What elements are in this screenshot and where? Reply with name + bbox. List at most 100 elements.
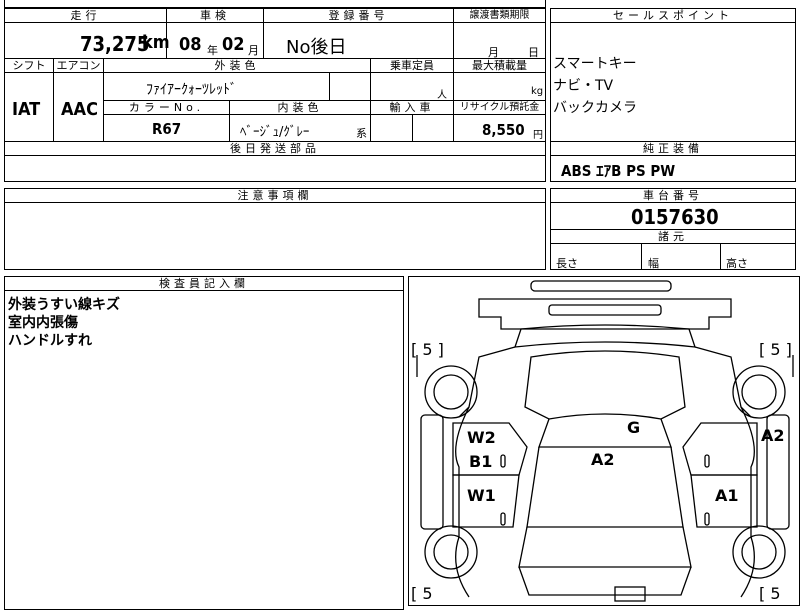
top-partial-row bbox=[4, 0, 546, 8]
capacity-header: 乗車定員 bbox=[370, 58, 454, 73]
registration-header: 登録番号 bbox=[263, 8, 454, 23]
max-load-header: 最大積載量 bbox=[453, 58, 546, 73]
damage-b1: B1 bbox=[469, 452, 492, 471]
right-fender-line bbox=[694, 346, 752, 418]
inspector-note-2: 室内内張傷 bbox=[8, 315, 78, 331]
damage-a2-right: A2 bbox=[761, 426, 785, 445]
aircon-value: AAC bbox=[61, 99, 98, 120]
import-cell-a bbox=[370, 114, 413, 142]
interior-color-header: 内装色 bbox=[229, 100, 371, 115]
transfer-docs-header: 譲渡書類期限 bbox=[453, 8, 546, 23]
inspector-note-3: ハンドルすれ bbox=[8, 333, 92, 349]
inspection-month: 02 bbox=[222, 34, 245, 55]
wheel-front-left bbox=[424, 365, 478, 419]
standard-equipment-header: 純正装備 bbox=[550, 141, 796, 156]
aircon-header: エアコン bbox=[53, 58, 104, 73]
import-header: 輸入車 bbox=[370, 100, 454, 115]
rating-left-top: [ 5 ] bbox=[411, 340, 444, 359]
inspection-header: 車検 bbox=[166, 8, 264, 23]
rating-right-top: [ 5 ] bbox=[759, 340, 792, 359]
sales-point-1: スマートキー bbox=[553, 56, 637, 72]
front-bumper-shape bbox=[530, 280, 672, 292]
chassis-no-value: 0157630 bbox=[631, 205, 719, 229]
sales-points-header: セールスポイント bbox=[550, 8, 796, 23]
notes-cell bbox=[4, 202, 546, 270]
wheel-rear-right bbox=[732, 525, 786, 579]
exterior-color-value: ﾌｧｲｱｰｸｫｰﾂﾚｯﾄﾞ bbox=[146, 82, 237, 98]
color-no-cell: R67 bbox=[103, 114, 230, 142]
inspection-month-unit: 月 bbox=[248, 44, 259, 57]
width-label: 幅 bbox=[648, 257, 659, 270]
length-cell: 長さ bbox=[550, 243, 642, 270]
handle-right-rear bbox=[704, 512, 710, 526]
car-diagram-panel: [ 5 ] [ 5 ] [ 5 [ 5 W2 B1 W1 A2 G A2 A1 bbox=[408, 276, 800, 606]
aircon-cell: AAC bbox=[53, 72, 104, 142]
damage-g: G bbox=[627, 418, 640, 437]
standard-equipment-cell: ABS ｴｱB PS PW bbox=[550, 155, 796, 182]
interior-color-suffix: 系 bbox=[356, 127, 367, 140]
handle-right-front bbox=[704, 454, 710, 468]
shift-header: シフト bbox=[4, 58, 54, 73]
standard-equipment-value: ABS ｴｱB PS PW bbox=[561, 162, 676, 180]
damage-a2-center: A2 bbox=[591, 450, 615, 469]
wheel-rear-left bbox=[424, 525, 478, 579]
sales-points-cell: スマートキー ナビ・TV バックカメラ bbox=[550, 22, 796, 142]
capacity-unit: 人 bbox=[437, 90, 447, 101]
windshield-shape bbox=[524, 350, 686, 420]
exterior-color-extra-cell bbox=[329, 72, 371, 101]
height-label: 高さ bbox=[726, 257, 748, 270]
sales-point-2: ナビ・TV bbox=[553, 78, 614, 94]
recycle-value: 8,550 bbox=[482, 121, 525, 139]
handle-left-front bbox=[500, 454, 506, 468]
rear-plate-shape bbox=[614, 586, 646, 602]
rating-left-bottom: [ 5 bbox=[411, 584, 433, 603]
max-load-unit: kg bbox=[531, 86, 544, 97]
chassis-no-cell: 0157630 bbox=[550, 202, 796, 230]
inspector-notes-header: 検査員記入欄 bbox=[4, 276, 404, 291]
car-diagram: [ 5 ] [ 5 ] [ 5 [ 5 W2 B1 W1 A2 G A2 A1 bbox=[411, 280, 794, 603]
right-front-door bbox=[682, 422, 758, 476]
mileage-value: 73,275 bbox=[80, 32, 150, 56]
exterior-color-cell: ﾌｧｲｱｰｸｫｰﾂﾚｯﾄﾞ bbox=[103, 72, 330, 101]
height-cell: 高さ bbox=[720, 243, 796, 270]
transfer-docs-cell: 月 日 bbox=[453, 22, 546, 59]
registration-value: No後日 bbox=[286, 37, 347, 58]
later-parts-header: 後日発送部品 bbox=[4, 141, 546, 156]
mileage-cell: 73,275 km bbox=[4, 22, 170, 59]
mirror-lines bbox=[416, 355, 794, 377]
specs-header: 諸元 bbox=[550, 229, 796, 244]
left-skirt bbox=[420, 414, 444, 530]
capacity-cell: 人 bbox=[370, 72, 454, 101]
shift-cell: IAT bbox=[4, 72, 54, 142]
damage-a1: A1 bbox=[715, 486, 739, 505]
damage-w1: W1 bbox=[467, 486, 496, 505]
inspector-note-1: 外装うすい線キズ bbox=[8, 297, 120, 313]
exterior-color-header: 外装色 bbox=[103, 58, 371, 73]
left-fender-line bbox=[458, 346, 516, 418]
inspection-year: 08 bbox=[179, 34, 202, 55]
rating-right-bottom: [ 5 bbox=[759, 584, 781, 603]
hood-edge-shape bbox=[514, 324, 696, 348]
shift-value: IAT bbox=[12, 99, 41, 120]
interior-color-value: ﾍﾞｰｼﾞｭ/ｸﾞﾚｰ bbox=[240, 125, 310, 140]
inspection-cell: 08 年 02 月 bbox=[166, 22, 264, 59]
inspection-year-unit: 年 bbox=[207, 44, 218, 57]
right-body-line bbox=[740, 406, 755, 598]
color-no-header: カラーNo. bbox=[103, 100, 230, 115]
width-cell: 幅 bbox=[641, 243, 721, 270]
import-cell-b bbox=[412, 114, 454, 142]
max-load-cell: kg bbox=[453, 72, 546, 101]
inspector-notes-cell: 外装うすい線キズ 室内内張傷 ハンドルすれ bbox=[4, 290, 404, 610]
length-label: 長さ bbox=[556, 257, 578, 270]
interior-color-cell: ﾍﾞｰｼﾞｭ/ｸﾞﾚｰ 系 bbox=[229, 114, 371, 142]
notes-header: 注意事項欄 bbox=[4, 188, 546, 203]
recycle-unit: 円 bbox=[533, 130, 543, 141]
recycle-cell: 8,550 円 bbox=[453, 114, 546, 142]
later-parts-cell bbox=[4, 155, 546, 182]
sales-point-3: バックカメラ bbox=[553, 100, 637, 116]
handle-left-rear bbox=[500, 512, 506, 526]
recycle-header: リサイクル預託金 bbox=[453, 100, 546, 115]
roof-front-line bbox=[538, 418, 672, 448]
chassis-no-header: 車台番号 bbox=[550, 188, 796, 203]
trunk-shape bbox=[518, 566, 692, 596]
